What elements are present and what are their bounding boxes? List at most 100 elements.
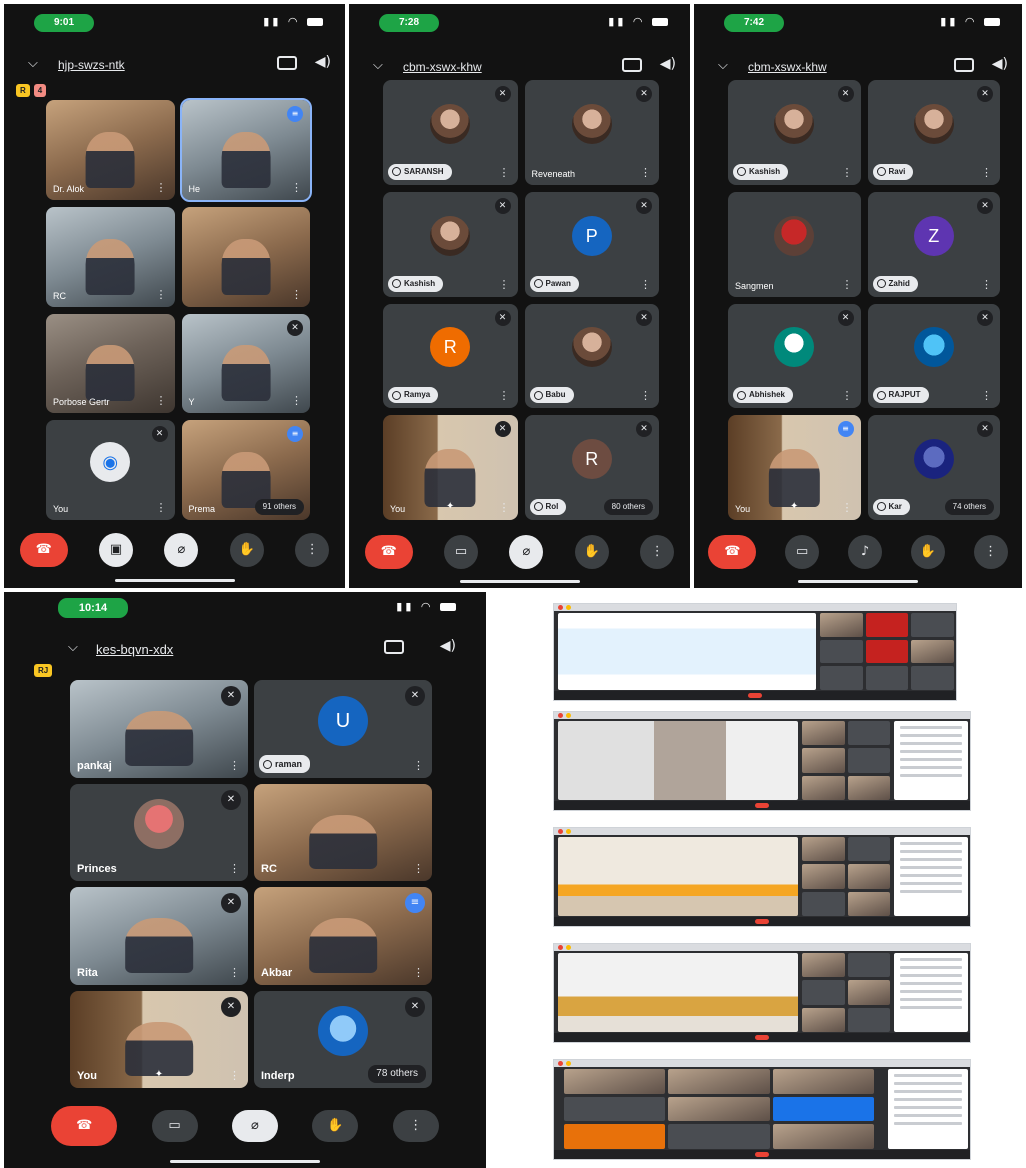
pin-chip[interactable]: Babu — [529, 387, 574, 404]
more-vertical-icon[interactable]: ⋮ — [640, 166, 651, 179]
camera-icon[interactable]: ▭ — [444, 535, 479, 569]
more-vertical-icon[interactable]: ⋮ — [640, 389, 651, 402]
participant-tile[interactable]: ✕ SARANSH ⋮ — [383, 80, 518, 185]
more-vertical-icon[interactable]: ⋮ — [842, 166, 853, 179]
more-vertical-icon[interactable]: ⋮ — [413, 759, 424, 772]
more-vertical-icon[interactable]: ⋮ — [291, 288, 302, 301]
more-vertical-icon[interactable]: ⋮ — [640, 278, 651, 291]
more-vertical-icon[interactable]: ⋮ — [156, 181, 167, 194]
pin-chip[interactable]: Ramya — [388, 387, 439, 404]
camera-off-icon[interactable]: ▣ — [99, 533, 134, 567]
effects-icon[interactable]: ✦ — [446, 501, 454, 512]
phone-hangup-icon[interactable]: ☎ — [708, 535, 757, 569]
speaker-icon[interactable]: ◀) — [440, 638, 456, 654]
self-tile[interactable]: ≡ You ✦ ⋮ — [728, 415, 861, 520]
speaker-icon[interactable]: ◀) — [660, 56, 676, 72]
phone-hangup-icon[interactable] — [755, 1152, 769, 1157]
phone-hangup-icon[interactable]: ☎ — [364, 535, 413, 569]
self-tile[interactable]: ✕ You ✦ ⋮ — [70, 990, 248, 1088]
participant-tile[interactable]: U ✕ raman ⋮ — [254, 680, 432, 778]
raise-hand-icon[interactable]: ✋ — [574, 535, 609, 569]
pin-chip[interactable]: Kar — [872, 499, 910, 515]
switch-camera-icon[interactable] — [277, 56, 297, 70]
speaker-icon[interactable]: ◀) — [315, 54, 331, 70]
participant-tile[interactable]: ✕ Rita ⋮ — [70, 887, 248, 985]
switch-camera-icon[interactable] — [384, 640, 404, 654]
participant-tile[interactable]: RC ⋮ — [254, 783, 432, 881]
more-vertical-icon[interactable]: ⋮ — [499, 166, 510, 179]
participant-tile[interactable]: ✕ Ravi ⋮ — [867, 80, 1000, 185]
effects-icon[interactable]: ✦ — [155, 1069, 163, 1080]
participant-tile[interactable]: ✕ RAJPUT ⋮ — [867, 303, 1000, 409]
more-vertical-icon[interactable]: ⋮ — [229, 1069, 240, 1082]
switch-camera-icon[interactable] — [954, 58, 974, 72]
participant-tile[interactable]: ✕ Kar 74 others — [867, 415, 1000, 520]
participant-tile[interactable]: Sangmen ⋮ — [728, 191, 861, 297]
participant-tile[interactable]: ≡ Prema 91 others — [181, 420, 310, 520]
switch-camera-icon[interactable] — [622, 58, 642, 72]
more-vertical-icon[interactable]: ⋮ — [981, 166, 992, 179]
phone-hangup-icon[interactable]: ☎ — [51, 1106, 118, 1146]
more-vertical-icon[interactable]: ⋮ — [499, 278, 510, 291]
more-vertical-icon[interactable]: ⋮ — [842, 389, 853, 402]
pin-chip[interactable]: Ravi — [872, 163, 914, 180]
more-vertical-icon[interactable]: ⋮ — [981, 278, 992, 291]
collapse-chevron-icon[interactable]: ⌵ — [28, 56, 38, 71]
participant-tile[interactable]: ✕ Y ⋮ — [181, 313, 310, 414]
participant-tile[interactable]: ✕ Reveneath ⋮ — [524, 80, 659, 185]
more-vertical-icon[interactable]: ⋮ — [295, 533, 330, 567]
participant-tile[interactable]: ≡ Akbar ⋮ — [254, 887, 432, 985]
more-vertical-icon[interactable]: ⋮ — [229, 862, 240, 875]
participant-tile[interactable]: Porbose Gertr ⋮ — [46, 313, 175, 414]
more-vertical-icon[interactable]: ⋮ — [291, 181, 302, 194]
mic-off-icon[interactable]: ⌀ — [509, 535, 544, 569]
participant-tile[interactable]: ≡ He ⋮ — [179, 98, 312, 202]
more-vertical-icon[interactable]: ⋮ — [413, 966, 424, 979]
more-vertical-icon[interactable]: ⋮ — [842, 278, 853, 291]
phone-hangup-icon[interactable]: ☎ — [19, 533, 68, 567]
self-tile[interactable]: ✕ You ✦ ⋮ — [383, 415, 518, 520]
participant-tile[interactable]: ✕ Kashish ⋮ — [728, 80, 861, 185]
participant-tile[interactable]: ✕ Kashish ⋮ — [383, 191, 518, 297]
others-count[interactable]: 91 others — [254, 499, 304, 515]
pin-chip[interactable]: Abhishek — [733, 387, 794, 404]
raise-hand-icon[interactable]: ✋ — [312, 1110, 359, 1142]
phone-hangup-icon[interactable] — [755, 919, 769, 924]
mic-off-icon[interactable]: ⌀ — [231, 1110, 278, 1142]
phone-hangup-icon[interactable] — [755, 1035, 769, 1040]
pin-chip[interactable]: Rol — [529, 499, 567, 515]
meeting-code[interactable]: hjp-swzs-ntk — [58, 58, 125, 72]
collapse-chevron-icon[interactable]: ⌵ — [373, 58, 383, 73]
collapse-chevron-icon[interactable]: ⌵ — [718, 58, 728, 73]
more-vertical-icon[interactable]: ⋮ — [229, 966, 240, 979]
participant-tile[interactable]: Z ✕ Zahid ⋮ — [867, 191, 1000, 297]
participant-tile[interactable]: P ✕ Pawan ⋮ — [524, 191, 659, 297]
participant-tile[interactable]: ⋮ — [181, 206, 310, 307]
participant-tile[interactable]: ✕ pankaj ⋮ — [70, 680, 248, 778]
more-vertical-icon[interactable]: ⋮ — [499, 389, 510, 402]
more-vertical-icon[interactable]: ⋮ — [413, 862, 424, 875]
raise-hand-icon[interactable]: ✋ — [229, 533, 264, 567]
pin-chip[interactable]: raman — [259, 754, 311, 773]
more-vertical-icon[interactable]: ⋮ — [973, 535, 1008, 569]
meeting-code[interactable]: kes-bqvn-xdx — [96, 642, 173, 657]
pin-chip[interactable]: SARANSH — [388, 163, 452, 180]
pin-chip[interactable]: Kashish — [388, 275, 444, 292]
pin-chip[interactable]: Zahid — [872, 275, 918, 292]
others-count[interactable]: 80 others — [603, 499, 653, 515]
others-count[interactable]: 78 others — [368, 1065, 426, 1083]
more-vertical-icon[interactable]: ⋮ — [981, 389, 992, 402]
pin-chip[interactable]: RAJPUT — [872, 387, 929, 404]
participant-tile[interactable]: ✕ Princes ⋮ — [70, 783, 248, 881]
mic-icon[interactable]: ♪ — [847, 535, 882, 569]
collapse-chevron-icon[interactable]: ⌵ — [68, 640, 78, 655]
participant-tile[interactable]: ✕ Babu ⋮ — [524, 303, 659, 409]
more-vertical-icon[interactable]: ⋮ — [156, 288, 167, 301]
participant-tile[interactable]: Dr. Alok ⋮ — [46, 100, 175, 200]
mic-off-icon[interactable]: ⌀ — [164, 533, 199, 567]
participant-tile[interactable]: ✕ Inderp 78 others — [254, 990, 432, 1088]
speaker-icon[interactable]: ◀) — [992, 56, 1008, 72]
meeting-code[interactable]: cbm-xswx-khw — [748, 60, 827, 74]
camera-icon[interactable]: ▭ — [151, 1110, 198, 1142]
phone-hangup-icon[interactable] — [755, 803, 769, 808]
